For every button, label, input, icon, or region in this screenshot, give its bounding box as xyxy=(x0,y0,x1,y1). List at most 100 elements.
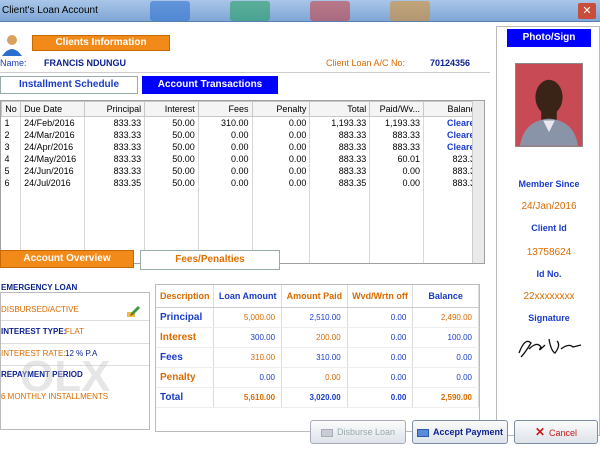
taskbar-decoration xyxy=(150,1,190,21)
cell-description: Penalty xyxy=(156,367,215,388)
col-header-description: Description xyxy=(156,285,215,308)
cell-principal: 833.33 xyxy=(84,128,146,141)
cell-paid: 883.33 xyxy=(369,140,425,153)
close-window-button[interactable]: ✕ xyxy=(578,3,596,19)
cell-amount-paid: 310.00 xyxy=(281,347,348,368)
cell-total: 1,193.33 xyxy=(309,116,371,129)
tab-fees-penalties[interactable]: Fees/Penalties xyxy=(140,250,280,270)
cell-fp-balance: 0.00 xyxy=(412,367,479,388)
cell-paid: 1,193.33 xyxy=(369,116,425,129)
cell-fees: 0.00 xyxy=(198,152,253,165)
tab-account-transactions[interactable]: Account Transactions xyxy=(142,76,278,94)
cell-waived: 0.00 xyxy=(347,307,414,328)
watermark: OLX xyxy=(20,352,111,401)
interest-type-value: FLAT xyxy=(65,327,84,336)
cell-description: Principal xyxy=(156,307,215,328)
cell-fees: 0.00 xyxy=(198,176,253,189)
cell-total: 883.33 xyxy=(309,140,371,153)
table-row: Principal 5,000.00 2,510.00 0.00 2,490.0… xyxy=(156,307,479,328)
cell-amount-paid: 3,020.00 xyxy=(281,387,348,408)
table-row: Fees 310.00 310.00 0.00 0.00 xyxy=(156,347,479,368)
cell-principal: 833.33 xyxy=(84,116,146,129)
col-header-paid[interactable]: Paid/Wv... xyxy=(369,101,425,117)
cell-paid: 0.00 xyxy=(369,176,425,189)
table-row[interactable]: 3 24/Apr/2016 833.33 50.00 0.00 0.00 883… xyxy=(1,140,484,153)
col-header-no[interactable]: No xyxy=(1,101,22,117)
cell-waived: 0.00 xyxy=(347,387,414,408)
cell-fees: 0.00 xyxy=(198,164,253,177)
cell-total: 883.35 xyxy=(309,176,371,189)
cell-interest: 50.00 xyxy=(144,164,199,177)
cell-total: 883.33 xyxy=(309,152,371,165)
cell-fp-balance: 2,590.00 xyxy=(412,387,479,408)
accept-payment-button[interactable]: Accept Payment xyxy=(412,420,508,444)
vertical-scrollbar[interactable] xyxy=(472,101,484,263)
cancel-label: Cancel xyxy=(549,428,578,438)
client-id-label: Client Id xyxy=(531,223,567,233)
cell-no: 5 xyxy=(1,164,22,177)
col-header-total[interactable]: Total xyxy=(309,101,371,117)
fees-penalties-table: Description Loan Amount Amount Paid Wvd/… xyxy=(155,284,480,432)
cell-fp-balance: 2,490.00 xyxy=(412,307,479,328)
cell-fees: 0.00 xyxy=(198,128,253,141)
cell-interest: 50.00 xyxy=(144,176,199,189)
main-panel: Clients Information Name: FRANCIS NDUNGU… xyxy=(0,22,600,450)
table-row[interactable]: 1 24/Feb/2016 833.33 50.00 310.00 0.00 1… xyxy=(1,116,484,129)
col-header-penalty[interactable]: Penalty xyxy=(251,101,311,117)
tab-installment-schedule[interactable]: Installment Schedule xyxy=(0,76,138,94)
col-header-waived: Wvd/Wrtn off xyxy=(347,285,414,308)
cell-waived: 0.00 xyxy=(347,367,414,388)
photo-sign-panel: Photo/Sign Member Since 24/Jan/2016 Clie… xyxy=(496,26,600,436)
cell-due-date: 24/Apr/2016 xyxy=(20,140,86,153)
edit-icon[interactable] xyxy=(125,303,141,319)
cell-principal: 833.33 xyxy=(84,164,146,177)
table-row[interactable]: 5 24/Jun/2016 833.33 50.00 0.00 0.00 883… xyxy=(1,164,484,177)
cell-description: Interest xyxy=(156,327,215,348)
disburse-loan-button[interactable]: Disburse Loan xyxy=(310,420,406,444)
cell-no: 6 xyxy=(1,176,22,189)
clients-information-tab: Clients Information xyxy=(32,35,170,51)
cell-due-date: 24/Jun/2016 xyxy=(20,164,86,177)
member-photo xyxy=(515,63,583,147)
member-signature xyxy=(518,338,582,358)
window-title: Client's Loan Account xyxy=(2,5,98,16)
cell-penalty: 0.00 xyxy=(252,152,311,165)
photo-sign-header: Photo/Sign xyxy=(507,29,591,47)
table-row: Interest 300.00 200.00 0.00 100.00 xyxy=(156,327,479,348)
col-header-principal[interactable]: Principal xyxy=(84,101,146,117)
cell-no: 1 xyxy=(1,116,22,129)
col-header-due-date[interactable]: Due Date xyxy=(20,101,86,117)
tab-account-overview[interactable]: Account Overview xyxy=(0,250,134,268)
cancel-button[interactable]: ✕ Cancel xyxy=(514,420,598,444)
title-bar: Client's Loan Account ✕ xyxy=(0,0,600,22)
cell-loan-amount: 0.00 xyxy=(213,367,283,388)
loan-status: DISBURSED/ACTIVE xyxy=(1,305,79,314)
cell-amount-paid: 2,510.00 xyxy=(281,307,348,328)
col-header-interest[interactable]: Interest xyxy=(144,101,199,117)
cell-fp-balance: 0.00 xyxy=(412,347,479,368)
loan-ac-label: Client Loan A/C No: xyxy=(326,58,406,68)
cell-paid: 0.00 xyxy=(369,164,425,177)
cell-fp-balance: 100.00 xyxy=(412,327,479,348)
divider xyxy=(0,72,490,73)
table-row[interactable]: 6 24/Jul/2016 833.35 50.00 0.00 0.00 883… xyxy=(1,176,484,189)
client-name-value: FRANCIS NDUNGU xyxy=(44,58,126,68)
cell-loan-amount: 5,000.00 xyxy=(213,307,283,328)
cell-due-date: 24/Jul/2016 xyxy=(20,176,86,189)
cell-penalty: 0.00 xyxy=(252,140,311,153)
cell-no: 2 xyxy=(1,128,22,141)
cell-loan-amount: 310.00 xyxy=(213,347,283,368)
col-header-fees[interactable]: Fees xyxy=(197,101,253,117)
table-row[interactable]: 4 24/May/2016 833.33 50.00 0.00 0.00 883… xyxy=(1,152,484,165)
table-row: Penalty 0.00 0.00 0.00 0.00 xyxy=(156,367,479,388)
interest-type-label: INTEREST TYPE: xyxy=(1,327,67,336)
table-row[interactable]: 2 24/Mar/2016 833.33 50.00 0.00 0.00 883… xyxy=(1,128,484,141)
cell-waived: 0.00 xyxy=(347,347,414,368)
cell-principal: 833.35 xyxy=(84,176,146,189)
user-icon xyxy=(2,35,22,56)
loan-ac-value: 70124356 xyxy=(430,58,471,68)
cell-due-date: 24/May/2016 xyxy=(20,152,86,165)
cell-fees: 310.00 xyxy=(198,116,253,129)
cell-interest: 50.00 xyxy=(144,116,199,129)
cell-amount-paid: 200.00 xyxy=(281,327,348,348)
